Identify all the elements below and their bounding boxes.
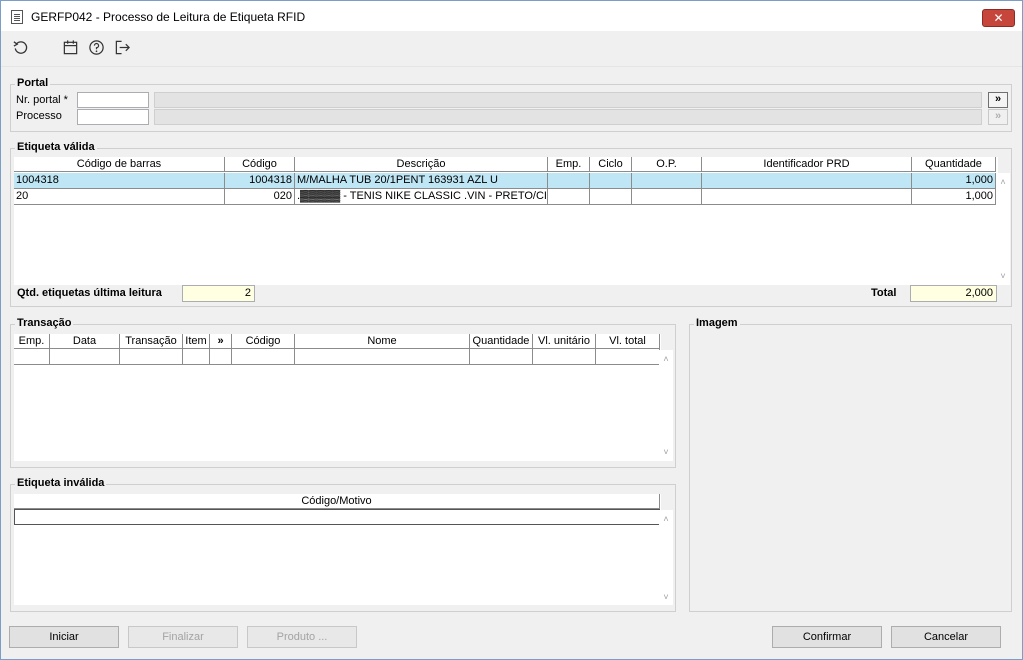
valid-tags-legend: Etiqueta válida: [15, 141, 97, 153]
transaction-scrollbar[interactable]: ˄ ˅: [659, 350, 673, 461]
table-cell[interactable]: [470, 349, 533, 365]
column-header[interactable]: Código: [225, 157, 295, 172]
table-cell[interactable]: [596, 349, 660, 365]
column-header[interactable]: Item: [183, 334, 210, 349]
document-icon: [11, 10, 23, 24]
table-cell[interactable]: [632, 189, 702, 205]
processo-lookup-button[interactable]: »: [988, 109, 1008, 125]
table-cell[interactable]: 020: [225, 189, 295, 205]
scroll-up-icon[interactable]: ˄: [998, 177, 1008, 187]
column-header[interactable]: »: [210, 334, 232, 349]
column-header[interactable]: Código/Motivo: [14, 494, 660, 509]
valid-tags-scrollbar[interactable]: ˄ ˅: [996, 173, 1010, 285]
window-title: GERFP042 - Processo de Leitura de Etique…: [31, 10, 306, 24]
column-header[interactable]: Identificador PRD: [702, 157, 912, 172]
processo-label: Processo: [16, 110, 62, 122]
scroll-down-icon[interactable]: ˅: [661, 447, 671, 457]
cancelar-button[interactable]: Cancelar: [891, 626, 1001, 648]
table-cell[interactable]: 1,000: [912, 189, 996, 205]
table-cell[interactable]: 1,000: [912, 173, 996, 189]
column-header[interactable]: Emp.: [548, 157, 590, 172]
portal-legend: Portal: [15, 77, 51, 89]
invalid-tags-table: Código/Motivo: [14, 494, 661, 605]
scroll-down-icon[interactable]: ˅: [998, 271, 1008, 281]
column-header[interactable]: Quantidade: [912, 157, 996, 172]
table-cell[interactable]: [548, 189, 590, 205]
table-cell[interactable]: [14, 349, 50, 365]
valid-tags-table: Código de barras Código Descrição Emp. C…: [14, 157, 998, 285]
column-header[interactable]: Ciclo: [590, 157, 632, 172]
total-field: 2,000: [910, 285, 997, 302]
scroll-up-icon[interactable]: ˄: [661, 514, 671, 524]
column-header[interactable]: Código: [232, 334, 295, 349]
refresh-icon[interactable]: [11, 38, 29, 56]
confirmar-button[interactable]: Confirmar: [772, 626, 882, 648]
table-cell[interactable]: [50, 349, 120, 365]
image-group: Imagem: [689, 317, 1012, 612]
valid-tags-group: Etiqueta válida Código de barras Código …: [10, 141, 1012, 307]
invalid-tags-legend: Etiqueta inválida: [15, 477, 107, 489]
calendar-icon[interactable]: [61, 38, 79, 56]
table-cell[interactable]: [548, 173, 590, 189]
table-cell[interactable]: 1004318: [14, 173, 225, 189]
table-cell[interactable]: [210, 349, 232, 365]
transaction-table: Emp. Data Transação Item » Código Nome Q…: [14, 334, 661, 461]
nr-portal-description-field: [154, 92, 982, 108]
column-header[interactable]: Quantidade: [470, 334, 533, 349]
table-cell[interactable]: [702, 189, 912, 205]
qtd-field: 2: [182, 285, 255, 302]
total-label: Total: [871, 287, 897, 299]
invalid-tags-group: Etiqueta inválida Código/Motivo ˄ ˅: [10, 477, 676, 612]
column-header[interactable]: Código de barras: [14, 157, 225, 172]
title-bar: GERFP042 - Processo de Leitura de Etique…: [1, 1, 1022, 31]
column-header[interactable]: Data: [50, 334, 120, 349]
scroll-down-icon[interactable]: ˅: [661, 592, 671, 602]
column-header[interactable]: Emp.: [14, 334, 50, 349]
column-header[interactable]: Transação: [120, 334, 183, 349]
nr-portal-label: Nr. portal *: [16, 94, 68, 106]
table-cell[interactable]: [120, 349, 183, 365]
table-cell[interactable]: [632, 173, 702, 189]
table-cell[interactable]: [533, 349, 596, 365]
table-cell[interactable]: 20: [14, 189, 225, 205]
invalid-tags-scrollbar[interactable]: ˄ ˅: [659, 510, 673, 605]
table-cell[interactable]: [14, 509, 660, 525]
close-button[interactable]: ✕: [982, 9, 1015, 27]
column-header[interactable]: Vl. total: [596, 334, 660, 349]
table-cell[interactable]: [590, 189, 632, 205]
toolbar: [1, 31, 1022, 67]
transaction-group: Transação Emp. Data Transação Item » Cód…: [10, 317, 676, 468]
table-cell[interactable]: [590, 173, 632, 189]
table-cell[interactable]: .▓▓▓▓▓ - TENIS NIKE CLASSIC .VIN - PRETO…: [295, 189, 548, 205]
column-header[interactable]: Vl. unitário: [533, 334, 596, 349]
exit-icon[interactable]: [113, 38, 131, 56]
table-cell[interactable]: [702, 173, 912, 189]
finalizar-button[interactable]: Finalizar: [128, 626, 238, 648]
transaction-legend: Transação: [15, 317, 74, 329]
column-header[interactable]: Descrição: [295, 157, 548, 172]
produto-button[interactable]: Produto ...: [247, 626, 357, 648]
table-cell[interactable]: M/MALHA TUB 20/1PENT 163931 AZL U: [295, 173, 548, 189]
processo-input[interactable]: [77, 109, 149, 125]
nr-portal-input[interactable]: [77, 92, 149, 108]
help-icon[interactable]: [87, 38, 105, 56]
processo-description-field: [154, 109, 982, 125]
image-legend: Imagem: [694, 317, 740, 329]
qtd-label: Qtd. etiquetas última leitura: [17, 287, 162, 299]
column-header[interactable]: O.P.: [632, 157, 702, 172]
table-cell[interactable]: [183, 349, 210, 365]
table-cell[interactable]: 1004318: [225, 173, 295, 189]
column-header[interactable]: Nome: [295, 334, 470, 349]
portal-group: Portal Nr. portal * » Processo »: [10, 77, 1012, 132]
portal-lookup-button[interactable]: »: [988, 92, 1008, 108]
iniciar-button[interactable]: Iniciar: [9, 626, 119, 648]
main-window: GERFP042 - Processo de Leitura de Etique…: [0, 0, 1023, 660]
table-cell[interactable]: [232, 349, 295, 365]
product-image-area: [694, 333, 1007, 607]
table-cell[interactable]: [295, 349, 470, 365]
scroll-up-icon[interactable]: ˄: [661, 354, 671, 364]
